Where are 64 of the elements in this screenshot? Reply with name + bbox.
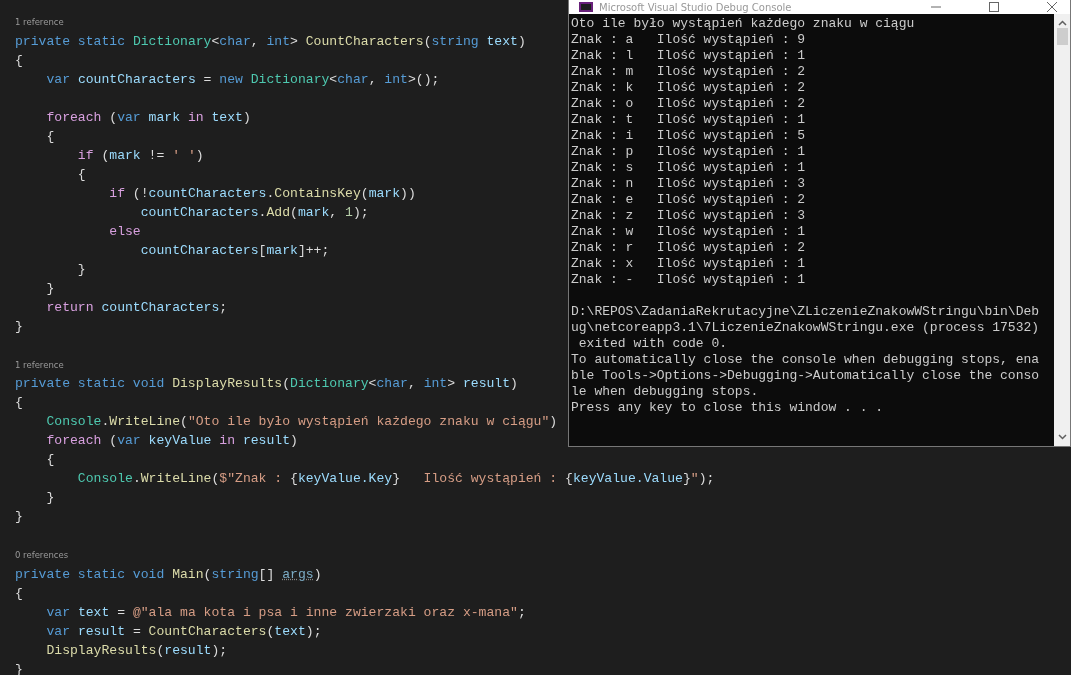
- console-app-icon: [579, 2, 593, 12]
- code-line: if (!countCharacters.ContainsKey(mark)): [108, 184, 416, 203]
- code-line: return countCharacters;: [45, 298, 228, 317]
- console-line: Znak : i Ilość wystąpień : 5: [571, 128, 806, 144]
- scroll-thumb[interactable]: [1056, 28, 1068, 45]
- code-line: Console.WriteLine("Oto ile było wystąpień każdego znaku w ciągu"): [45, 413, 558, 432]
- code-line: }: [15, 660, 23, 675]
- code-line: private static void DisplayResults(Dictionary<char, int> result): [15, 375, 518, 394]
- code-line: }: [15, 317, 23, 336]
- code-line: }: [45, 279, 55, 298]
- maximize-icon[interactable]: [988, 2, 1000, 12]
- console-line: Znak : w Ilość wystąpień : 1: [571, 224, 806, 240]
- reference-count-link[interactable]: 1 reference: [15, 356, 64, 373]
- console-line: Press any key to close this window . . .: [571, 400, 884, 416]
- console-line: D:\REPOS\ZadaniaRekrutacyjne\ZLiczenieZnakowWStringu\bin\Deb: [571, 304, 1040, 320]
- console-line: ug\netcoreapp3.1\7LiczenieZnakowWStringu.exe (process 17532): [571, 320, 1040, 336]
- code-line: }: [45, 489, 55, 508]
- code-line: countCharacters.Add(mark, 1);: [139, 203, 369, 222]
- console-line: Znak : l Ilość wystąpień : 1: [571, 48, 806, 64]
- code-line: var result = CountCharacters(text);: [45, 622, 322, 641]
- console-line: Znak : k Ilość wystąpień : 2: [571, 80, 806, 96]
- code-line: var countCharacters = new Dictionary<char, int>();: [45, 70, 440, 89]
- console-line: Znak : m Ilość wystąpień : 2: [571, 64, 806, 80]
- console-line: Oto ile było wystąpień każdego znaku w ciągu: [571, 16, 915, 32]
- console-line: Znak : - Ilość wystąpień : 1: [571, 272, 806, 288]
- code-line: DisplayResults(result);: [45, 641, 228, 660]
- console-line: ble Tools->Options->Debugging->Automatically close the conso: [571, 368, 1040, 384]
- console-line: To automatically close the console when debugging stops, ena: [571, 352, 1040, 368]
- scroll-up-icon[interactable]: [1057, 20, 1067, 26]
- window-title: Microsoft Visual Studio Debug Console: [599, 0, 793, 15]
- code-line: {: [76, 165, 86, 184]
- code-line: var text = @"ala ma kota i psa i inne zwierzaki oraz x-mana";: [45, 603, 526, 622]
- console-line: Znak : r Ilość wystąpień : 2: [571, 240, 806, 256]
- reference-count-link[interactable]: 1 reference: [15, 14, 64, 30]
- code-line: foreach (var mark in text): [45, 108, 251, 127]
- console-line: Znak : p Ilość wystąpień : 1: [571, 144, 806, 160]
- console-line: Znak : a Ilość wystąpień : 9: [571, 32, 806, 48]
- code-line: private static void Main(string[] args): [15, 565, 322, 584]
- code-line: {: [15, 51, 23, 70]
- code-line: }: [76, 260, 86, 279]
- console-line: Znak : z Ilość wystąpień : 3: [571, 208, 806, 224]
- code-line: }: [15, 508, 23, 527]
- code-line: {: [15, 584, 23, 603]
- code-line: {: [45, 451, 55, 470]
- reference-count-link[interactable]: 0 references: [15, 547, 69, 564]
- scrollbar[interactable]: [1054, 14, 1070, 446]
- console-line: Znak : s Ilość wystąpień : 1: [571, 160, 806, 176]
- console-line: le when debugging stops.: [571, 384, 759, 400]
- code-line: Console.WriteLine($"Znak : {keyValue.Key} Ilość wystąpień : {keyValue.Value}");: [76, 470, 715, 489]
- console-line: Znak : o Ilość wystąpień : 2: [571, 96, 806, 112]
- console-line: Znak : t Ilość wystąpień : 1: [571, 112, 806, 128]
- console-line: Znak : n Ilość wystąpień : 3: [571, 176, 806, 192]
- code-line: foreach (var keyValue in result): [45, 432, 298, 451]
- console-line: Znak : x Ilość wystąpień : 1: [571, 256, 806, 272]
- console-line: Znak : e Ilość wystąpień : 2: [571, 192, 806, 208]
- close-icon[interactable]: [1046, 2, 1058, 12]
- code-line: if (mark != ' '): [76, 146, 204, 165]
- code-line: private static Dictionary<char, int> CountCharacters(string text): [15, 32, 526, 51]
- code-line: {: [45, 127, 55, 146]
- code-line: countCharacters[mark]++;: [139, 241, 330, 260]
- scroll-down-icon[interactable]: [1057, 434, 1067, 440]
- console-line: exited with code 0.: [577, 336, 728, 352]
- code-line: {: [15, 394, 23, 413]
- code-line: else: [108, 222, 141, 241]
